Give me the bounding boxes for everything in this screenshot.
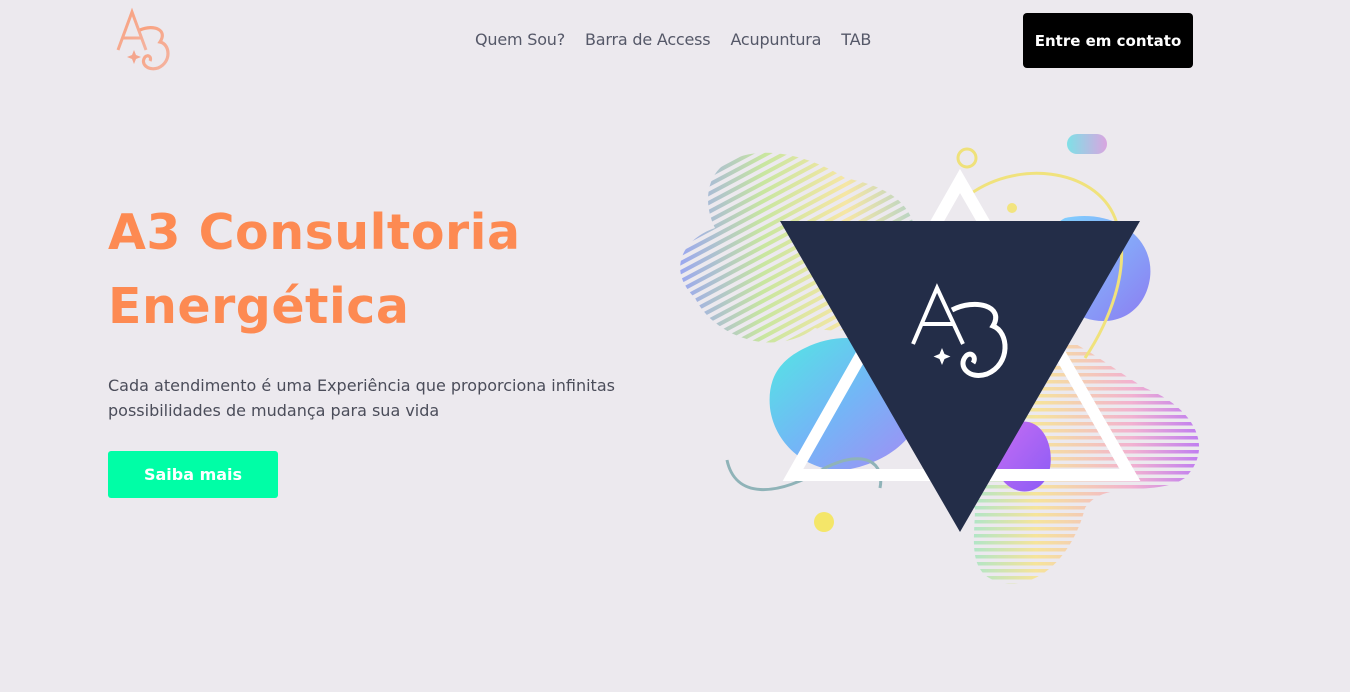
dot-yellow <box>814 512 834 532</box>
brand-logo[interactable] <box>112 6 178 74</box>
nav-link-tab[interactable]: TAB <box>841 30 871 49</box>
dot-small <box>1007 203 1017 213</box>
pill-shape <box>1067 134 1107 154</box>
hero-subtitle: Cada atendimento é uma Experiência que p… <box>108 376 615 420</box>
nav-link-acupuntura[interactable]: Acupuntura <box>730 30 821 49</box>
hero-title-line1: A3 Consultoria <box>108 204 521 261</box>
learn-more-button[interactable]: Saiba mais <box>108 451 278 498</box>
nav-link-barra-de-access[interactable]: Barra de Access <box>585 30 711 49</box>
hero-title: A3 Consultoria Energética <box>108 196 628 344</box>
contact-button[interactable]: Entre em contato <box>1023 13 1193 68</box>
hero-title-line2: Energética <box>108 278 410 335</box>
hero-illustration <box>675 128 1210 590</box>
nav-link-quem-sou[interactable]: Quem Sou? <box>475 30 565 49</box>
dot-ring <box>956 147 978 169</box>
site-header: Quem Sou? Barra de Access Acupuntura TAB… <box>0 0 1350 82</box>
main-nav: Quem Sou? Barra de Access Acupuntura TAB <box>475 30 871 49</box>
